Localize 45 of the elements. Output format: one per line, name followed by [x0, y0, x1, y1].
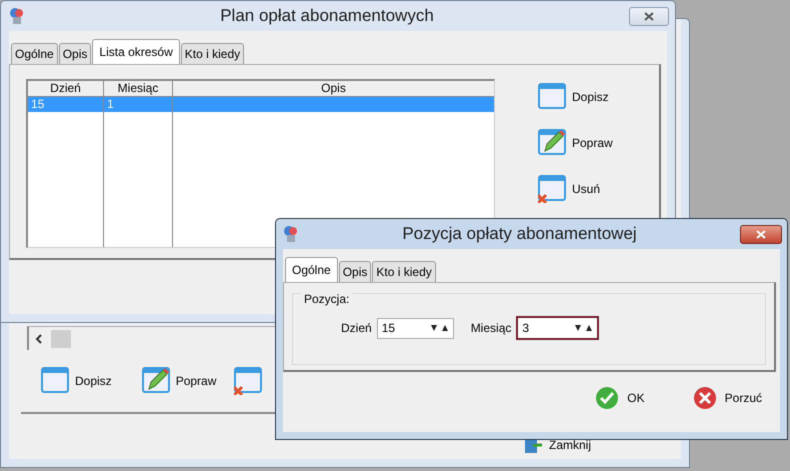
spin-arrows-icon: [573, 323, 594, 333]
add-button[interactable]: Dopisz: [41, 367, 112, 395]
window-icon: [538, 83, 566, 111]
field-label: Miesiąc: [470, 321, 512, 335]
window-title: Plan opłat abonamentowych: [219, 6, 435, 26]
scrollbar[interactable]: [27, 326, 275, 350]
tab[interactable]: Ogólne: [285, 257, 338, 282]
column-header[interactable]: Opis: [173, 81, 494, 96]
close-icon: [756, 230, 766, 238]
ok-button[interactable]: OK: [595, 386, 645, 410]
edit-button[interactable]: Popraw: [538, 129, 613, 157]
spin-arrows-icon: [428, 323, 449, 333]
scroll-thumb[interactable]: [51, 330, 71, 348]
field-label: Dzień: [341, 321, 372, 335]
close-button[interactable]: [629, 6, 669, 26]
table-cell: 1: [104, 97, 173, 112]
tab[interactable]: Lista okresów: [92, 39, 180, 64]
app-icon: [283, 225, 299, 243]
check-icon: [595, 386, 620, 410]
group-label: Pozycja:: [301, 292, 352, 306]
column-header[interactable]: Miesiąc: [104, 81, 173, 96]
window-icon: [41, 367, 69, 395]
tab[interactable]: Kto i kiedy: [372, 261, 436, 282]
app-icon: [9, 7, 25, 25]
dialog-title: Pozycja opłaty abonamentowej: [401, 224, 638, 244]
spin-field[interactable]: 3: [516, 316, 600, 340]
tab[interactable]: Opis: [58, 43, 92, 64]
window-delete-icon: [538, 175, 566, 203]
delete-button[interactable]: Usuń: [538, 175, 613, 203]
edit-button[interactable]: Popraw: [142, 367, 216, 395]
scroll-left-icon: [35, 334, 43, 344]
window-delete-icon: [234, 367, 262, 395]
pencil-window-icon: [142, 367, 170, 395]
tab[interactable]: Kto i kiedy: [180, 43, 244, 64]
tab[interactable]: Opis: [338, 261, 372, 282]
add-button[interactable]: Dopisz: [538, 83, 613, 111]
cancel-button[interactable]: Porzuć: [692, 386, 762, 410]
pencil-window-icon: [538, 129, 566, 157]
column-header[interactable]: Dzień: [28, 81, 104, 96]
spin-field[interactable]: 15: [376, 318, 454, 338]
close-button[interactable]: [740, 224, 782, 244]
table-cell: 15: [28, 97, 104, 112]
close-icon: [644, 12, 654, 20]
tab[interactable]: Ogólne: [11, 43, 58, 64]
close-icon: [692, 386, 717, 410]
